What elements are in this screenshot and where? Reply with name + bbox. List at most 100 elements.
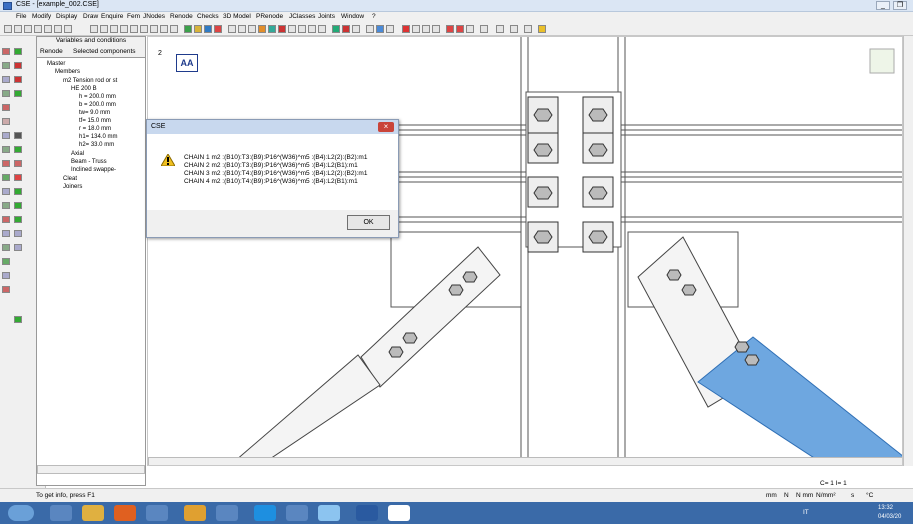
marker-icon[interactable] [538,25,546,33]
copy-icon[interactable] [44,25,52,33]
select-icon[interactable] [366,25,374,33]
start-icon[interactable] [8,505,34,521]
cse-taskbar-icon[interactable] [388,505,410,521]
view-badge[interactable]: AA [176,54,198,72]
tool-14-icon[interactable] [2,230,10,237]
unit-temperature[interactable]: °C [866,492,873,499]
line-icon[interactable] [386,25,394,33]
tool-2-icon[interactable] [2,62,10,69]
tool-3-icon[interactable] [2,76,10,83]
section-icon[interactable] [422,25,430,33]
paint-icon[interactable] [50,505,72,521]
tool-32-icon[interactable] [14,316,22,323]
stop-icon[interactable] [342,25,350,33]
tab-renode[interactable]: Renode [40,48,63,55]
tree-member-m2[interactable]: m2 Tension rod or st [63,78,117,84]
add2-icon[interactable] [456,25,464,33]
unit-length[interactable]: mm [766,492,777,499]
color-icon[interactable] [376,25,384,33]
panel-hscrollbar[interactable] [37,465,145,474]
tree-tf[interactable]: tf= 15.0 mm [79,118,111,124]
menu-checks[interactable]: Checks [197,13,219,20]
tool-18-icon[interactable] [2,286,10,293]
tool-21-icon[interactable] [14,76,22,83]
menu-modify[interactable]: Modify [32,13,51,20]
tree-axial[interactable]: Axial [71,151,84,157]
tool-9-icon[interactable] [2,160,10,167]
tree-inclined[interactable]: Inclined swappe- [71,167,116,173]
view-side-icon[interactable] [238,25,246,33]
tree-tw[interactable]: tw= 9.0 mm [79,110,110,116]
arrow-icon[interactable] [288,25,296,33]
check-icon[interactable] [268,25,276,33]
tool-5-icon[interactable] [2,104,10,111]
tool-6-icon[interactable] [2,118,10,125]
tool-25-icon[interactable] [14,160,22,167]
render-icon[interactable] [258,25,266,33]
tree-members[interactable]: Members [55,69,80,75]
tool-8-icon[interactable] [2,146,10,153]
tool-19-icon[interactable] [14,48,22,55]
axes-icon[interactable] [318,25,326,33]
browser-icon[interactable] [318,505,340,521]
view-front-icon[interactable] [228,25,236,33]
measure-icon[interactable] [412,25,420,33]
add-icon[interactable] [446,25,454,33]
tool-15-icon[interactable] [2,244,10,251]
unit-stress[interactable]: N/mm² [816,492,836,499]
menu-3d-model[interactable]: 3D Model [223,13,251,20]
tool-12-icon[interactable] [2,202,10,209]
app-icon-4[interactable] [146,505,168,521]
sum-icon[interactable] [466,25,474,33]
tree-cleat[interactable]: Cleat [63,176,77,182]
tree-joiners[interactable]: Joiners [63,184,82,190]
ok-button[interactable]: OK [347,215,390,230]
open-icon[interactable] [14,25,22,33]
tool-17-icon[interactable] [2,272,10,279]
view-top-icon[interactable] [248,25,256,33]
delete-icon[interactable] [402,25,410,33]
tool-22-icon[interactable] [14,90,22,97]
minimize-button[interactable]: _ [876,1,890,10]
paste-icon[interactable] [54,25,62,33]
skype-icon[interactable] [254,505,276,521]
tree-beam-truss[interactable]: Beam - Truss [71,159,107,165]
down-icon[interactable] [150,25,158,33]
tool-23-icon[interactable] [14,132,22,139]
tool-13-icon[interactable] [2,216,10,223]
help-icon[interactable] [480,25,488,33]
tool-24-icon[interactable] [14,146,22,153]
right-icon[interactable] [170,25,178,33]
link-icon[interactable] [308,25,316,33]
zoom-icon[interactable] [90,25,98,33]
clock-time[interactable]: 13:32 [878,505,893,511]
bolt-icon[interactable] [194,25,202,33]
tool-10-icon[interactable] [2,174,10,181]
app-icon-6[interactable] [216,505,238,521]
tool-27-icon[interactable] [14,188,22,195]
save-icon[interactable] [24,25,32,33]
tree-h2[interactable]: h2= 33.0 mm [79,142,114,148]
tool-26-icon[interactable] [14,174,22,181]
up-icon[interactable] [140,25,148,33]
menu-draw[interactable]: Draw [83,13,98,20]
tool-11-icon[interactable] [2,188,10,195]
explorer-icon[interactable] [82,505,104,521]
tree-r[interactable]: r = 18.0 mm [79,126,111,132]
word-icon[interactable] [356,505,378,521]
shape-icon[interactable] [432,25,440,33]
table-icon[interactable] [332,25,340,33]
node-icon[interactable] [298,25,306,33]
left-icon[interactable] [160,25,168,33]
media-icon[interactable] [114,505,136,521]
tool-20-icon[interactable] [14,62,22,69]
tree-master[interactable]: Master [47,61,65,67]
tree-h[interactable]: h = 200.0 mm [79,94,116,100]
pointer-icon[interactable] [510,25,518,33]
tree-b[interactable]: b = 200.0 mm [79,102,116,108]
tool-1-icon[interactable] [2,48,10,55]
menu-fem[interactable]: Fem [127,13,140,20]
menu-renode[interactable]: Renode [170,13,193,20]
app-icon-5[interactable] [184,505,206,521]
fit-icon[interactable] [110,25,118,33]
